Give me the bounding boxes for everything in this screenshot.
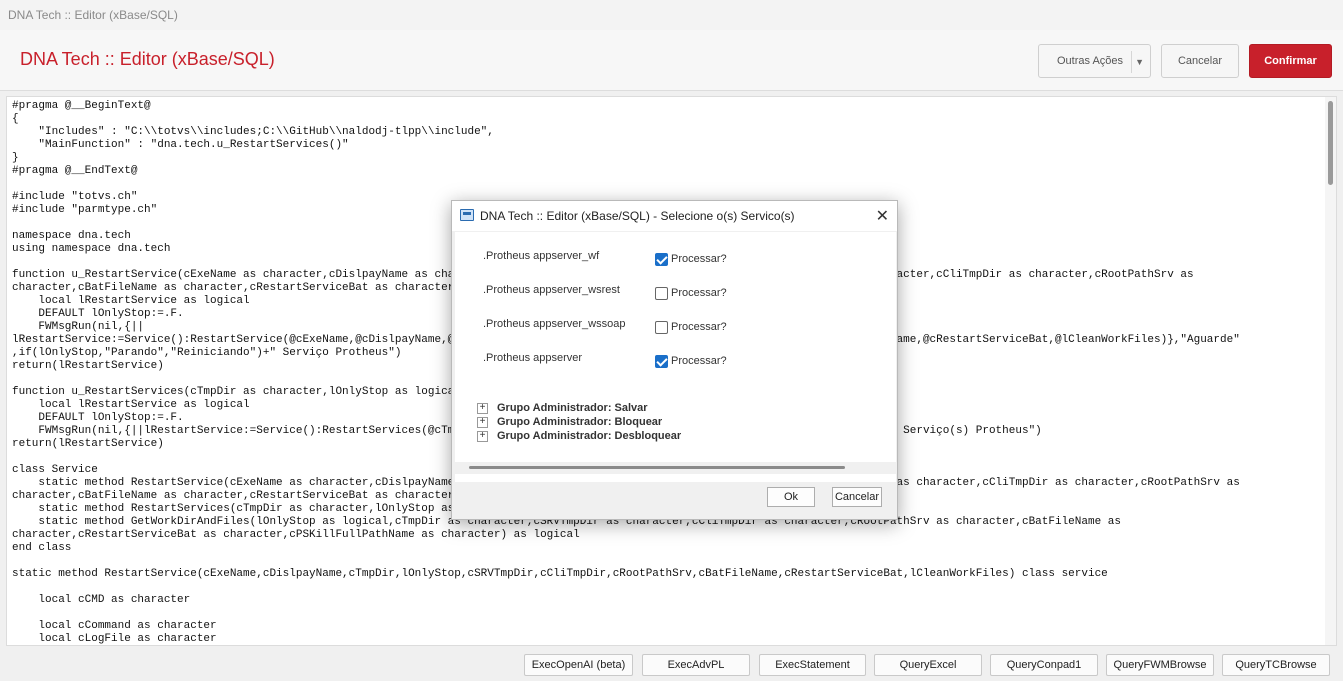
expand-icon[interactable]: + [477,431,488,442]
footer-toolbar: ExecOpenAI (beta) ExecAdvPL ExecStatemen… [0,649,1343,681]
exec-statement-button[interactable]: ExecStatement [759,654,866,676]
expand-icon[interactable]: + [477,403,488,414]
select-services-dialog: DNA Tech :: Editor (xBase/SQL) - Selecio… [451,200,898,520]
query-conpad1-button[interactable]: QueryConpad1 [990,654,1098,676]
service-name: .Protheus appserver_wssoap [483,318,626,330]
outras-acoes-dropdown[interactable]: Outras Ações ▼ [1038,44,1151,78]
dialog-title: DNA Tech :: Editor (xBase/SQL) - Selecio… [480,209,795,223]
service-checkbox[interactable] [655,287,668,300]
query-excel-button[interactable]: QueryExcel [874,654,982,676]
editor-scrollbar[interactable] [1325,97,1336,645]
ok-button[interactable]: Ok [767,487,815,507]
exec-advpl-button[interactable]: ExecAdvPL [642,654,750,676]
services-panel: .Protheus appserver_wf Processar? .Proth… [455,232,896,482]
service-name: .Protheus appserver_wsrest [483,284,620,296]
service-name: .Protheus appserver [483,352,583,364]
dialog-hscroll-thumb[interactable] [469,466,845,469]
service-checkbox-label: Processar? [671,287,727,299]
dialog-titlebar: DNA Tech :: Editor (xBase/SQL) - Selecio… [452,201,897,231]
service-name: .Protheus appserver_wf [483,250,600,262]
close-icon[interactable]: ✕ [876,206,889,226]
scrollbar-thumb[interactable] [1328,101,1333,185]
service-checkbox[interactable] [655,355,668,368]
dropdown-divider [1131,51,1132,73]
page-title: DNA Tech :: Editor (xBase/SQL) [20,49,275,69]
service-checkbox[interactable] [655,321,668,334]
confirmar-button[interactable]: Confirmar [1249,44,1332,78]
page-header: DNA Tech :: Editor (xBase/SQL) Outras Aç… [0,30,1343,91]
window-title: DNA Tech :: Editor (xBase/SQL) [8,8,178,22]
query-tcbrowse-button[interactable]: QueryTCBrowse [1222,654,1330,676]
dialog-cancelar-button[interactable]: Cancelar [832,487,882,507]
group-label: Grupo Administrador: Desbloquear [497,430,682,442]
cancelar-button[interactable]: Cancelar [1161,44,1239,78]
service-checkbox-label: Processar? [671,321,727,333]
group-label: Grupo Administrador: Salvar [497,402,648,414]
group-label: Grupo Administrador: Bloquear [497,416,663,428]
outras-acoes-label: Outras Ações [1057,55,1124,67]
service-checkbox-label: Processar? [671,355,727,367]
caret-down-icon: ▼ [1135,57,1144,67]
query-fwmbrowse-button[interactable]: QueryFWMBrowse [1106,654,1214,676]
service-checkbox[interactable] [655,253,668,266]
expand-icon[interactable]: + [477,417,488,428]
exec-openai-button[interactable]: ExecOpenAI (beta) [524,654,633,676]
service-checkbox-label: Processar? [671,253,727,265]
window-app-icon [460,209,474,221]
window-titlebar: DNA Tech :: Editor (xBase/SQL) [0,0,1343,31]
